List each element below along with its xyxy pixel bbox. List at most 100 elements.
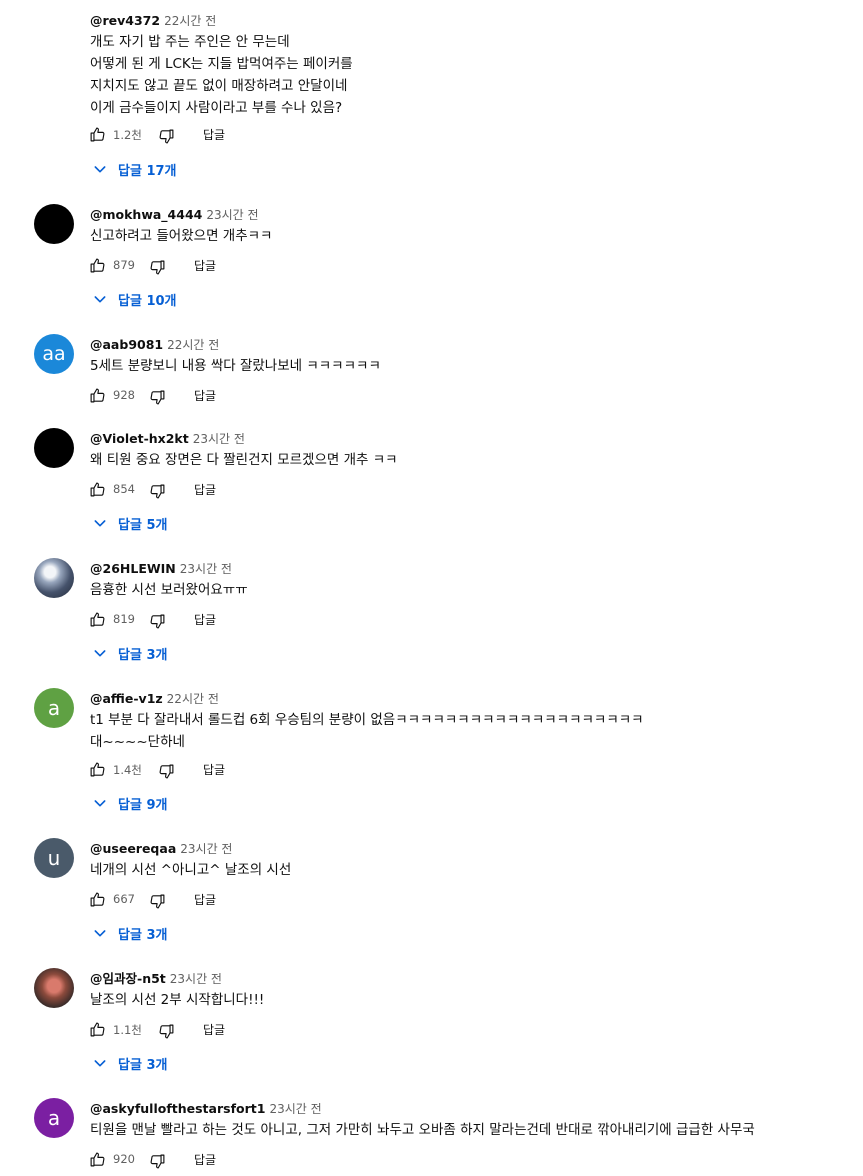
comment-text-line: 개도 자기 밥 주는 주인은 안 무는데 [90,34,290,50]
like-button[interactable] [89,257,106,274]
like-count: 920 [113,1152,135,1166]
thumbs-up-icon [90,612,105,627]
avatar[interactable]: aa [34,334,74,374]
avatar[interactable] [34,558,74,598]
thumbs-down-icon [159,1024,174,1039]
comment-actions: 920 답글 [89,1149,309,1171]
view-replies-button[interactable]: 답글 5개 [92,512,167,534]
comment-time[interactable]: 23시간 전 [193,432,245,446]
comment-actions: 667 답글 [89,889,309,911]
reply-button[interactable]: 답글 [203,126,225,143]
comment-meta: @Violet-hx2kt 23시간 전 [90,428,245,448]
comment-time[interactable]: 22시간 전 [164,14,216,28]
view-replies-button[interactable]: 답글 10개 [92,288,177,310]
comment-author[interactable]: @Violet-hx2kt [90,431,189,446]
avatar[interactable]: R [34,12,74,52]
like-button[interactable] [89,1151,106,1168]
like-count: 1.4천 [113,763,142,777]
reply-button[interactable]: 답글 [203,1021,225,1038]
like-button[interactable] [89,387,106,404]
comment-text-line: 대~~~~단하네 [90,734,185,750]
comment-meta: @useereqaa 23시간 전 [90,838,232,858]
comment-author[interactable]: @useereqaa [90,841,176,856]
avatar[interactable]: u [34,838,74,878]
thumbs-down-icon [159,764,174,779]
like-button[interactable] [89,761,106,778]
thumbs-up-icon [90,892,105,907]
comment-time[interactable]: 23시간 전 [269,1102,321,1116]
comment-text-line: 네개의 시선 ^아니고^ 날조의 시선 [90,862,292,878]
like-button[interactable] [89,891,106,908]
dislike-button[interactable] [149,1153,166,1170]
comment-actions: 854 답글 [89,479,309,501]
reply-button[interactable]: 답글 [194,387,216,404]
comment-author[interactable]: @rev4372 [90,13,160,28]
avatar[interactable] [34,968,74,1008]
reply-button[interactable]: 답글 [203,761,225,778]
comment-author[interactable]: @aab9081 [90,337,163,352]
like-button[interactable] [89,126,106,143]
reply-button[interactable]: 답글 [194,611,216,628]
comment-time[interactable]: 23시간 전 [206,208,258,222]
replies-label: 답글 10개 [118,293,177,309]
like-button[interactable] [89,611,106,628]
chevron-down-icon [94,930,106,937]
comment-time[interactable]: 23시간 전 [180,562,232,576]
dislike-button[interactable] [158,1023,175,1040]
comment-text-line: 이게 금수들이지 사람이라고 부를 수나 있음? [90,100,343,116]
view-replies-button[interactable]: 답글 3개 [92,642,167,664]
comment-text: 신고하려고 들어왔으면 개추ㅋㅋ [90,225,272,247]
comment-time[interactable]: 23시간 전 [180,842,232,856]
comment-time[interactable]: 22시간 전 [167,692,219,706]
comment-meta: @임과장-n5t 23시간 전 [90,968,222,988]
like-button[interactable] [89,481,106,498]
thumbs-up-icon [90,762,105,777]
dislike-button[interactable] [149,613,166,630]
avatar[interactable] [34,428,74,468]
chevron-down-icon [94,800,106,807]
reply-button[interactable]: 답글 [194,257,216,274]
comment-author[interactable]: @26HLEWIN [90,561,176,576]
replies-label: 답글 17개 [118,163,177,179]
reply-button[interactable]: 답글 [194,481,216,498]
thumbs-up-icon [90,258,105,273]
comment-author[interactable]: @askyfullofthestarsfort1 [90,1101,265,1116]
dislike-button[interactable] [149,259,166,276]
comment-text: 5세트 분량보니 내용 싹다 잘랐나보네 ㅋㅋㅋㅋㅋㅋ [90,355,381,377]
avatar[interactable]: a [34,1098,74,1138]
view-replies-button[interactable]: 답글 17개 [92,158,177,180]
chevron-down-icon [94,520,106,527]
dislike-button[interactable] [149,483,166,500]
dislike-button[interactable] [149,389,166,406]
comment-meta: @affie-v1z 22시간 전 [90,688,219,708]
avatar[interactable] [34,204,74,244]
comment-author[interactable]: @임과장-n5t [90,971,166,986]
thumbs-up-icon [90,127,105,142]
view-replies-button[interactable]: 답글 9개 [92,792,167,814]
thumbs-down-icon [150,614,165,629]
comment-meta: @mokhwa_4444 23시간 전 [90,204,259,224]
dislike-button[interactable] [149,893,166,910]
reply-button[interactable]: 답글 [194,891,216,908]
avatar[interactable]: a [34,688,74,728]
comment-text: 티원을 맨날 빨라고 하는 것도 아니고, 그저 가만히 놔두고 오바좀 하지 … [90,1119,755,1141]
thumbs-up-icon [90,1022,105,1037]
comment-time[interactable]: 22시간 전 [167,338,219,352]
dislike-button[interactable] [158,128,175,145]
comment-actions: 1.2천 답글 [89,124,309,146]
comment-text-line: 5세트 분량보니 내용 싹다 잘랐나보네 ㅋㅋㅋㅋㅋㅋ [90,358,381,374]
comment-author[interactable]: @mokhwa_4444 [90,207,202,222]
like-button[interactable] [89,1021,106,1038]
comment-author[interactable]: @affie-v1z [90,691,163,706]
comment-text-line: 어떻게 된 게 LCK는 지들 밥먹여주는 페이커를 [90,56,353,72]
replies-label: 답글 9개 [118,797,168,813]
like-count: 928 [113,388,135,402]
comment-actions: 928 답글 [89,385,309,407]
comment-time[interactable]: 23시간 전 [170,972,222,986]
view-replies-button[interactable]: 답글 3개 [92,1052,167,1074]
reply-button[interactable]: 답글 [194,1151,216,1168]
thumbs-up-icon [90,388,105,403]
dislike-button[interactable] [158,763,175,780]
view-replies-button[interactable]: 답글 3개 [92,922,167,944]
comment-meta: @rev4372 22시간 전 [90,10,216,30]
